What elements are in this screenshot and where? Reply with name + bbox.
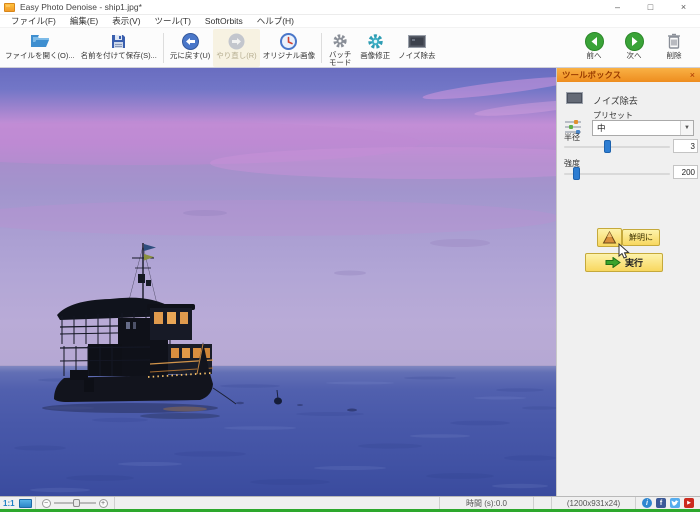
app-icon <box>4 3 15 12</box>
open-folder-icon <box>30 32 50 50</box>
previous-image-button[interactable]: 前へ <box>574 29 614 67</box>
undo-button[interactable]: 元に戻す(U) <box>167 29 213 67</box>
next-image-button[interactable]: 次へ <box>614 29 654 67</box>
run-arrow-icon <box>605 257 621 268</box>
zoom-out-button[interactable]: − <box>42 499 51 508</box>
statusbar-spacer <box>115 497 440 509</box>
close-button[interactable]: × <box>667 0 700 14</box>
menu-softorbits[interactable]: SoftOrbits <box>198 16 250 26</box>
toolbar-separator <box>163 33 164 63</box>
open-file-button[interactable]: ファイルを開く(O)... <box>2 29 78 67</box>
save-floppy-icon <box>111 32 126 50</box>
statusbar-blank-cell <box>534 497 552 509</box>
redo-icon <box>228 32 245 50</box>
menu-bar: ファイル(F) 編集(E) 表示(V) ツール(T) SoftOrbits ヘル… <box>0 15 700 28</box>
twitter-icon[interactable] <box>670 498 680 508</box>
toolbox-panel: ツールボックス × ノイズ除去 プリセット 中 ▼ 半径 3 強度 200 <box>556 68 700 496</box>
title-bar: Easy Photo Denoise - ship1.jpg* – □ × <box>0 0 700 15</box>
zoom-widget: − + <box>36 497 115 509</box>
batch-mode-button[interactable]: バッチモード <box>325 29 355 67</box>
run-button[interactable]: 実行 <box>585 253 663 272</box>
toolbox-title: ツールボックス <box>562 69 621 81</box>
original-image-button[interactable]: オリジナル画像 <box>260 29 319 67</box>
image-fix-button[interactable]: 画像修正 <box>355 29 395 67</box>
prev-arrow-icon <box>585 32 604 50</box>
radius-slider[interactable] <box>564 140 670 153</box>
fit-screen-icon[interactable] <box>19 499 32 508</box>
strength-slider[interactable] <box>564 167 670 180</box>
denoise-button[interactable]: ノイズ除去 <box>395 29 438 67</box>
toolbar: ファイルを開く(O)... 名前を付けて保存(S)... 元に戻す(U) やり直… <box>0 28 700 68</box>
chevron-down-icon[interactable]: ▼ <box>680 121 693 135</box>
radius-slider-handle[interactable] <box>604 140 611 153</box>
clock-history-icon <box>280 32 297 50</box>
noise-thumb-icon <box>566 92 583 104</box>
image-dimensions: (1200x931x24) <box>552 497 636 509</box>
actual-size-button[interactable]: 1:1 <box>3 499 15 508</box>
zoom-slider-track[interactable] <box>54 502 96 504</box>
gear-icon <box>332 32 348 49</box>
toolbox-header[interactable]: ツールボックス × <box>557 68 700 82</box>
menu-tools[interactable]: ツール(T) <box>148 15 198 27</box>
youtube-icon[interactable]: ▶ <box>684 498 694 508</box>
sharpen-icon-button[interactable] <box>597 228 622 247</box>
window-controls: – □ × <box>601 0 700 14</box>
sharpen-button[interactable]: 鮮明に <box>622 229 660 246</box>
info-icon[interactable]: i <box>642 498 652 508</box>
toolbar-separator <box>321 33 322 63</box>
radius-value[interactable]: 3 <box>673 139 698 153</box>
preset-value: 中 <box>593 122 680 134</box>
social-links: i f ▶ <box>636 498 700 508</box>
window-title: Easy Photo Denoise - ship1.jpg* <box>20 2 142 12</box>
menu-edit[interactable]: 編集(E) <box>63 15 105 27</box>
facebook-icon[interactable]: f <box>656 498 666 508</box>
mountain-icon <box>602 231 617 244</box>
trash-icon <box>667 32 681 50</box>
radius-slider-track[interactable] <box>564 146 670 148</box>
minimize-button[interactable]: – <box>601 0 634 14</box>
menu-file[interactable]: ファイル(F) <box>4 15 63 27</box>
teal-gear-icon <box>367 32 384 50</box>
save-as-button[interactable]: 名前を付けて保存(S)... <box>78 29 160 67</box>
photo-canvas[interactable] <box>0 68 556 496</box>
toolbox-close-icon[interactable]: × <box>690 70 695 80</box>
zoom-slider-handle[interactable] <box>73 499 80 507</box>
time-status: 時間 (s):0.0 <box>440 497 534 509</box>
noise-image-icon <box>408 32 426 50</box>
status-bar: 1:1 − + 時間 (s):0.0 (1200x931x24) i f ▶ <box>0 496 700 509</box>
menu-help[interactable]: ヘルプ(H) <box>250 15 301 27</box>
strength-slider-handle[interactable] <box>573 167 580 180</box>
menu-view[interactable]: 表示(V) <box>105 15 147 27</box>
next-arrow-icon <box>625 32 644 50</box>
delete-image-button[interactable]: 削除 <box>654 29 694 67</box>
toolbar-right-group: 前へ 次へ 削除 <box>574 29 698 67</box>
preset-dropdown[interactable]: 中 ▼ <box>592 120 694 136</box>
tool-name-label: ノイズ除去 <box>593 94 638 107</box>
maximize-button[interactable]: □ <box>634 0 667 14</box>
redo-button[interactable]: やり直し(R) <box>213 29 259 67</box>
zoom-in-button[interactable]: + <box>99 499 108 508</box>
undo-icon <box>182 32 199 50</box>
ship-dusk-photo <box>0 68 556 496</box>
view-controls: 1:1 <box>0 497 36 509</box>
main-area: ツールボックス × ノイズ除去 プリセット 中 ▼ 半径 3 強度 200 <box>0 68 700 496</box>
strength-value[interactable]: 200 <box>673 165 698 179</box>
